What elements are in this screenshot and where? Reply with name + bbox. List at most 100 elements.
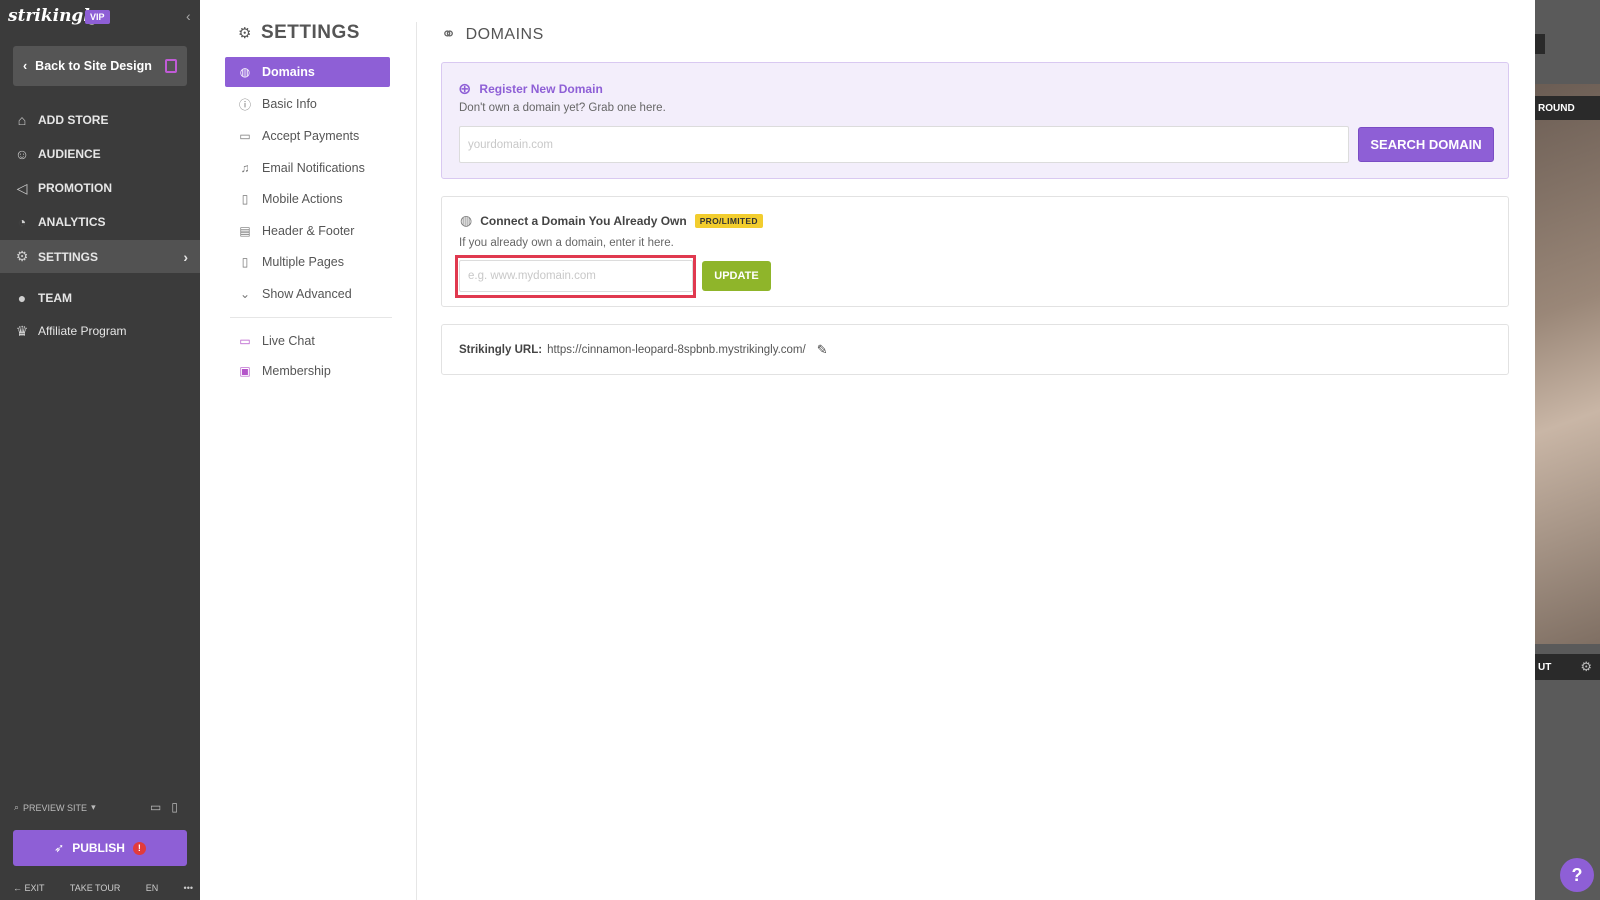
alert-icon: ! xyxy=(132,841,146,855)
settings-item-accept-payments[interactable]: ▭ Accept Payments xyxy=(225,121,390,151)
bell-icon: ♫ xyxy=(240,161,250,175)
help-button[interactable]: ? xyxy=(1560,858,1594,892)
settings-item-label: Header & Footer xyxy=(262,224,355,238)
sidebar-footer: ← EXIT TAKE TOUR EN ••• xyxy=(13,883,193,893)
preview-site-dropdown[interactable]: ⌕ PREVIEW SITE ▾ xyxy=(14,802,96,813)
settings-item-show-advanced[interactable]: ⌄ Show Advanced xyxy=(225,279,390,309)
membership-icon: ▣ xyxy=(239,364,251,378)
trophy-icon: ♛ xyxy=(15,322,29,339)
settings-item-label: Email Notifications xyxy=(262,161,365,175)
store-icon: ⌂ xyxy=(17,112,27,128)
sidebar-item-team[interactable]: ● TEAM xyxy=(0,282,200,314)
sidebar-item-label: PROMOTION xyxy=(38,181,112,195)
rocket-icon: ➶ xyxy=(54,841,65,855)
settings-item-multiple-pages[interactable]: ▯ Multiple Pages xyxy=(225,247,390,277)
audience-icon: ☺ xyxy=(14,146,30,162)
preview-layout-label: UT xyxy=(1538,661,1552,673)
chart-icon: ◔ xyxy=(17,214,27,230)
settings-item-label: Membership xyxy=(262,364,331,378)
pro-limited-badge: PRO/LIMITED xyxy=(694,213,763,228)
site-preview-strip: ROUND UT ⚙ xyxy=(1535,0,1600,900)
strikingly-url-row: Strikingly URL: https://cinnamon-leopard… xyxy=(459,342,828,358)
back-button-label: Back to Site Design xyxy=(35,59,152,73)
settings-item-email-notifications[interactable]: ♫ Email Notifications xyxy=(225,153,390,183)
connect-domain-subtitle: If you already own a domain, enter it he… xyxy=(459,237,674,249)
settings-title-text: SETTINGS xyxy=(260,22,360,43)
gear-icon[interactable]: ⚙ xyxy=(1580,659,1592,675)
collapse-sidebar-icon[interactable]: ‹ xyxy=(186,8,191,24)
chevron-right-icon: › xyxy=(183,248,188,265)
gear-icon: ⚙ xyxy=(238,25,252,42)
megaphone-icon: ◁ xyxy=(16,179,28,196)
sidebar-item-label: ANALYTICS xyxy=(38,215,106,229)
divider xyxy=(230,317,392,318)
search-icon: ⌕ xyxy=(14,802,20,812)
mobile-icon[interactable]: ▯ xyxy=(171,800,178,814)
divider xyxy=(416,22,417,900)
settings-item-label: Mobile Actions xyxy=(262,192,343,206)
take-tour-link[interactable]: TAKE TOUR xyxy=(70,883,121,893)
credit-card-icon: ▭ xyxy=(239,129,251,143)
link-icon: ⚭ xyxy=(441,24,457,44)
preview-background-button[interactable]: ROUND xyxy=(1535,96,1600,120)
site-pages-icon xyxy=(165,59,177,73)
sidebar-item-audience[interactable]: ☺ AUDIENCE xyxy=(0,138,200,170)
sidebar-item-affiliate[interactable]: ♛ Affiliate Program xyxy=(0,315,200,347)
preview-top-control[interactable] xyxy=(1535,34,1545,54)
settings-item-label: Basic Info xyxy=(262,97,317,111)
preview-layout-button[interactable]: UT ⚙ xyxy=(1535,654,1600,680)
settings-item-mobile-actions[interactable]: ▯ Mobile Actions xyxy=(225,184,390,214)
exit-link[interactable]: ← EXIT xyxy=(13,883,45,893)
page-title: ⚭ DOMAINS xyxy=(441,24,544,45)
strikingly-url-label: Strikingly URL: xyxy=(459,344,543,356)
gear-icon: ⚙ xyxy=(15,248,29,264)
sidebar-item-label: TEAM xyxy=(38,291,72,305)
sidebar-item-analytics[interactable]: ◔ ANALYTICS xyxy=(0,206,200,238)
pages-icon: ▯ xyxy=(241,255,249,269)
register-title-text: Register New Domain xyxy=(479,82,603,96)
settings-item-label: Show Advanced xyxy=(262,287,352,301)
sidebar-item-label: ADD STORE xyxy=(38,113,109,127)
team-icon: ● xyxy=(17,290,27,306)
settings-item-label: Domains xyxy=(262,65,315,79)
connect-domain-title: ◍ Connect a Domain You Already Own PRO/L… xyxy=(460,212,763,229)
back-to-site-design-button[interactable]: ‹ Back to Site Design xyxy=(13,46,187,86)
strikingly-url-value: https://cinnamon-leopard-8spbnb.mystriki… xyxy=(547,344,806,356)
settings-item-membership[interactable]: ▣ Membership xyxy=(225,356,390,386)
preview-background-label: ROUND xyxy=(1538,102,1575,114)
more-menu-icon[interactable]: ••• xyxy=(184,883,193,893)
exit-label: EXIT xyxy=(24,883,45,893)
chat-icon: ▭ xyxy=(239,334,251,348)
focus-highlight xyxy=(455,255,696,298)
sidebar-item-add-store[interactable]: ⌂ ADD STORE xyxy=(0,104,200,136)
page-title-text: DOMAINS xyxy=(465,25,544,43)
settings-item-basic-info[interactable]: ⓘ Basic Info xyxy=(225,89,390,119)
chevron-left-icon: ‹ xyxy=(23,59,28,73)
info-icon: ⓘ xyxy=(238,97,251,112)
device-toggle: ▭ ▯ xyxy=(150,800,178,814)
language-selector[interactable]: EN xyxy=(146,883,159,893)
globe-icon: ◍ xyxy=(239,65,251,79)
left-sidebar: strikingly VIP ‹ ‹ Back to Site Design ⌂… xyxy=(0,0,200,900)
register-domain-input[interactable]: yourdomain.com xyxy=(459,126,1349,163)
settings-item-label: Accept Payments xyxy=(262,129,360,143)
update-button[interactable]: UPDATE xyxy=(702,261,771,291)
sidebar-item-settings[interactable]: ⚙ SETTINGS › xyxy=(0,240,200,273)
chevron-down-icon: ⌄ xyxy=(239,287,251,301)
sidebar-item-label: Affiliate Program xyxy=(38,324,127,338)
connect-title-text: Connect a Domain You Already Own xyxy=(480,213,687,228)
settings-item-header-footer[interactable]: ▤ Header & Footer xyxy=(225,216,390,246)
desktop-icon[interactable]: ▭ xyxy=(150,800,161,814)
settings-item-live-chat[interactable]: ▭ Live Chat xyxy=(225,326,390,356)
preview-site-label: PREVIEW SITE xyxy=(23,802,88,813)
search-domain-button[interactable]: SEARCH DOMAIN xyxy=(1358,127,1494,162)
register-domain-subtitle: Don't own a domain yet? Grab one here. xyxy=(459,102,666,114)
pencil-icon[interactable]: ✎ xyxy=(817,342,828,358)
settings-title: ⚙ SETTINGS xyxy=(238,22,360,44)
sidebar-item-promotion[interactable]: ◁ PROMOTION xyxy=(0,172,200,204)
search-plus-icon: ⊕ xyxy=(458,81,472,98)
publish-label: PUBLISH xyxy=(72,841,125,855)
mobile-icon: ▯ xyxy=(241,192,249,206)
settings-item-domains[interactable]: ◍ Domains xyxy=(225,57,390,87)
publish-button[interactable]: ➶ PUBLISH ! xyxy=(13,830,187,866)
